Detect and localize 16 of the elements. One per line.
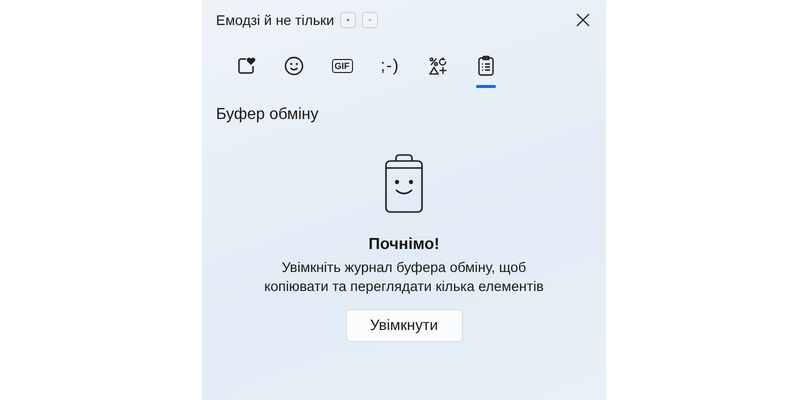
dot-icon — [369, 18, 372, 22]
section-title: Буфер обміну — [216, 106, 320, 124]
clipboard-icon — [476, 55, 496, 77]
gif-tab[interactable]: GIF — [322, 46, 362, 86]
kaomoji-tab[interactable]: ;-) — [370, 46, 410, 86]
smiley-icon — [284, 56, 304, 76]
close-icon — [576, 13, 590, 27]
empty-heading: Почнімо! — [368, 236, 440, 254]
symbols-icon — [428, 56, 448, 76]
heart-frame-icon — [236, 56, 256, 76]
window-title: Емодзі й не тільки — [216, 12, 334, 28]
enable-button[interactable]: Увімкнути — [346, 309, 462, 342]
close-button[interactable] — [574, 11, 592, 29]
smiling-clipboard-icon — [384, 154, 424, 214]
selected-indicator — [476, 85, 496, 88]
empty-message: Увімкніть журнал буфера обміну, щоб копіювати та переглядати кілька елементів — [263, 258, 545, 296]
